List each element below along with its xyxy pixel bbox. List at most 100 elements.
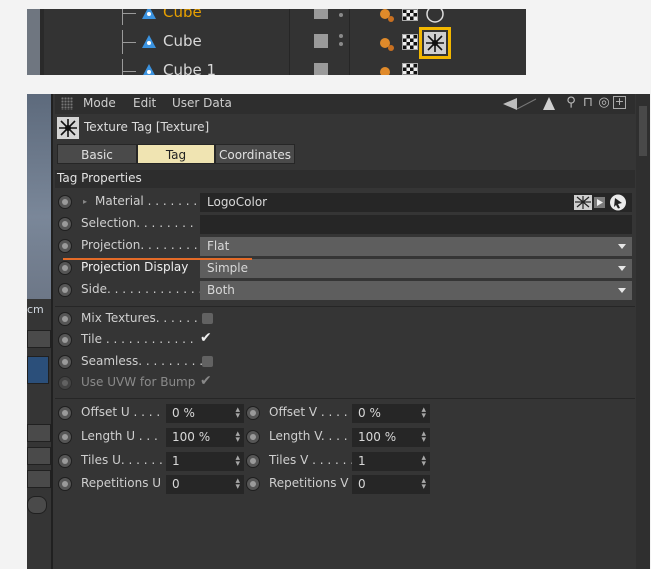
offset-v-field[interactable]: 0 % ▴ ▾ <box>352 404 430 423</box>
viewport-unit-label: cm <box>27 303 44 316</box>
menu-user-data[interactable]: User Data <box>172 96 232 110</box>
property-label: Projection Display <box>81 260 189 274</box>
property-label: Tile . . . . . . . . . . . . <box>81 332 194 346</box>
seamless-checkbox[interactable] <box>202 356 213 367</box>
search-icon[interactable]: ⚲ <box>564 96 578 110</box>
animate-radio[interactable] <box>246 454 260 468</box>
stepper-icon[interactable]: ▴ ▾ <box>235 454 240 469</box>
material-link-field[interactable]: LogoColor <box>200 193 632 212</box>
viewport-chip[interactable] <box>27 447 51 465</box>
animate-radio[interactable] <box>58 454 72 468</box>
visibility-toggle[interactable] <box>314 9 328 19</box>
object-row[interactable]: Cube 1 <box>44 59 526 75</box>
stepper-icon[interactable]: ▴ ▾ <box>235 477 240 492</box>
visibility-toggle[interactable] <box>314 34 328 48</box>
animate-radio[interactable] <box>58 239 72 253</box>
tab-coordinates[interactable]: Coordinates <box>215 144 295 164</box>
visibility-toggle[interactable] <box>314 63 328 75</box>
repetitions-u-field[interactable]: 0 ▴ ▾ <box>166 475 244 494</box>
viewport-chip[interactable] <box>27 424 51 442</box>
menu-mode[interactable]: Mode <box>83 96 116 110</box>
stepper-icon[interactable]: ▴ ▾ <box>421 406 426 421</box>
viewport-chip[interactable] <box>27 470 51 488</box>
animate-radio[interactable] <box>58 355 72 369</box>
phong-tag-icon[interactable] <box>379 65 395 75</box>
length-v-field[interactable]: 100 % ▴ ▾ <box>352 428 430 447</box>
menu-edit[interactable]: Edit <box>133 96 156 110</box>
tile-checkbox[interactable]: ✔ <box>200 330 212 346</box>
phong-tag-icon[interactable] <box>379 36 395 52</box>
selection-field[interactable] <box>200 215 632 234</box>
stepper-icon[interactable]: ▴ ▾ <box>235 430 240 445</box>
stepper-icon[interactable]: ▴ ▾ <box>421 454 426 469</box>
chevron-down-icon <box>618 266 626 271</box>
property-offset-row: Offset U . . . . 0 % ▴ ▾ Offset V . . . .… <box>55 403 635 424</box>
property-label: Material . . . . . . . <box>95 194 198 208</box>
projection-dropdown[interactable]: Flat <box>200 237 632 256</box>
up-arrow-icon[interactable] <box>543 97 555 110</box>
new-window-icon[interactable]: + <box>613 96 626 109</box>
tab-tag[interactable]: Tag <box>137 144 215 164</box>
property-label: Use UVW for Bump <box>81 375 196 389</box>
animate-radio[interactable] <box>58 195 72 209</box>
animate-radio[interactable] <box>246 430 260 444</box>
animate-radio[interactable] <box>58 312 72 326</box>
animate-radio[interactable] <box>246 406 260 420</box>
phong-tag-icon[interactable] <box>379 9 395 23</box>
section-header[interactable]: Tag Properties <box>55 170 635 188</box>
render-dots[interactable] <box>339 9 343 21</box>
texture-tag-icon <box>57 117 79 139</box>
lock-icon[interactable]: ⊓ <box>581 96 595 110</box>
length-u-field[interactable]: 100 % ▴ ▾ <box>166 428 244 447</box>
animate-radio[interactable] <box>246 477 260 491</box>
side-dropdown[interactable]: Both <box>200 281 632 300</box>
projection-value: Flat <box>207 239 230 253</box>
section-title: Tag Properties <box>57 171 142 185</box>
texture-tag-icon[interactable] <box>424 9 446 25</box>
object-row[interactable]: Cube <box>44 27 526 59</box>
property-tile: Tile . . . . . . . . . . . . ✔ <box>55 330 635 351</box>
viewport-chip[interactable] <box>27 356 49 384</box>
animate-radio[interactable] <box>58 217 72 231</box>
repetitions-v-field[interactable]: 0 ▴ ▾ <box>352 475 430 494</box>
back-arrow-icon[interactable] <box>503 98 537 110</box>
object-name[interactable]: Cube <box>163 32 202 50</box>
tab-basic[interactable]: Basic <box>57 144 137 164</box>
mix-textures-checkbox[interactable] <box>202 313 213 324</box>
material-checker-icon[interactable] <box>402 9 418 21</box>
property-label: Mix Textures. . . . . . <box>81 311 198 325</box>
grip-handle-icon[interactable] <box>61 97 73 110</box>
tiles-v-field[interactable]: 1 ▴ ▾ <box>352 452 430 471</box>
animate-radio[interactable] <box>58 477 72 491</box>
stepper-icon[interactable]: ▴ ▾ <box>235 406 240 421</box>
target-icon[interactable]: ◎ <box>597 96 611 110</box>
material-checker-icon[interactable] <box>402 34 418 50</box>
offset-u-field[interactable]: 0 % ▴ ▾ <box>166 404 244 423</box>
stepper-icon[interactable]: ▴ ▾ <box>421 477 426 492</box>
animate-radio[interactable] <box>58 283 72 297</box>
tiles-u-field[interactable]: 1 ▴ ▾ <box>166 452 244 471</box>
null-object-icon <box>142 35 156 48</box>
animate-radio[interactable] <box>58 430 72 444</box>
render-dots[interactable] <box>339 34 343 50</box>
use-uvw-checkbox: ✔ <box>200 373 212 389</box>
scrollbar[interactable] <box>639 106 647 156</box>
viewport-chip[interactable] <box>27 496 47 514</box>
object-row[interactable]: Cube <box>44 9 526 25</box>
stepper-icon[interactable]: ▴ ▾ <box>421 430 426 445</box>
animate-radio[interactable] <box>58 261 72 275</box>
animate-radio[interactable] <box>58 333 72 347</box>
expand-arrow-icon[interactable]: ▸ <box>83 197 87 206</box>
side-value: Both <box>207 283 235 297</box>
viewport-chip[interactable] <box>27 330 51 348</box>
material-link-icons[interactable] <box>574 194 630 211</box>
object-name[interactable]: Cube <box>163 9 202 21</box>
property-material: ▸ Material . . . . . . . LogoColor <box>55 192 635 213</box>
property-label: Tiles U. . . . . . <box>81 453 163 467</box>
animate-radio[interactable] <box>58 406 72 420</box>
material-checker-icon[interactable] <box>402 63 418 75</box>
object-name[interactable]: Cube 1 <box>163 61 216 75</box>
property-use-uvw-for-bump: Use UVW for Bump ✔ <box>55 373 635 394</box>
projection-display-dropdown[interactable]: Simple <box>200 259 632 278</box>
texture-tag-icon-selected[interactable] <box>419 27 451 59</box>
